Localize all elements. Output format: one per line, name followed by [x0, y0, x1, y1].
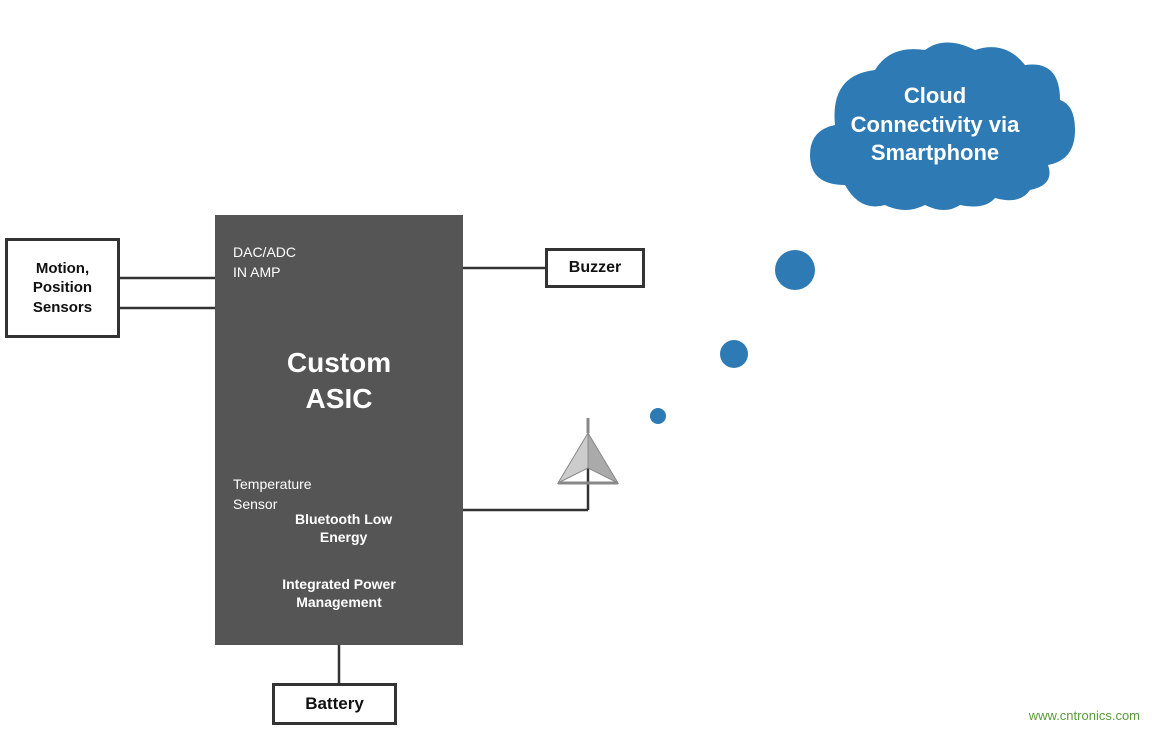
custom-asic-label: CustomASIC [215, 345, 463, 418]
battery-box: Battery [272, 683, 397, 725]
cloud-text: Cloud Connectivity via Smartphone [825, 82, 1045, 168]
asic-block: DAC/ADCIN AMP CustomASIC TemperatureSens… [215, 215, 463, 645]
signal-dot-medium [720, 340, 748, 368]
ble-label: Bluetooth LowEnergy [295, 510, 392, 546]
sensors-box: Motion,PositionSensors [5, 238, 120, 338]
buzzer-box: Buzzer [545, 248, 645, 288]
signal-dot-large [775, 250, 815, 290]
buzzer-label: Buzzer [569, 259, 621, 277]
cloud-line2: Connectivity via [851, 112, 1020, 137]
watermark: www.cntronics.com [1029, 708, 1140, 723]
dac-label: DAC/ADCIN AMP [233, 243, 296, 282]
cloud-line3: Smartphone [871, 140, 999, 165]
cloud-shape: Cloud Connectivity via Smartphone [790, 30, 1080, 220]
power-management-label: Integrated PowerManagement [215, 575, 463, 611]
battery-label: Battery [305, 694, 364, 714]
sensors-label: Motion,PositionSensors [33, 259, 92, 318]
cloud-line1: Cloud [904, 83, 966, 108]
temp-sensor-label: TemperatureSensor [233, 475, 312, 514]
bluetooth-antenna [548, 418, 628, 498]
signal-dot-small [650, 408, 666, 424]
